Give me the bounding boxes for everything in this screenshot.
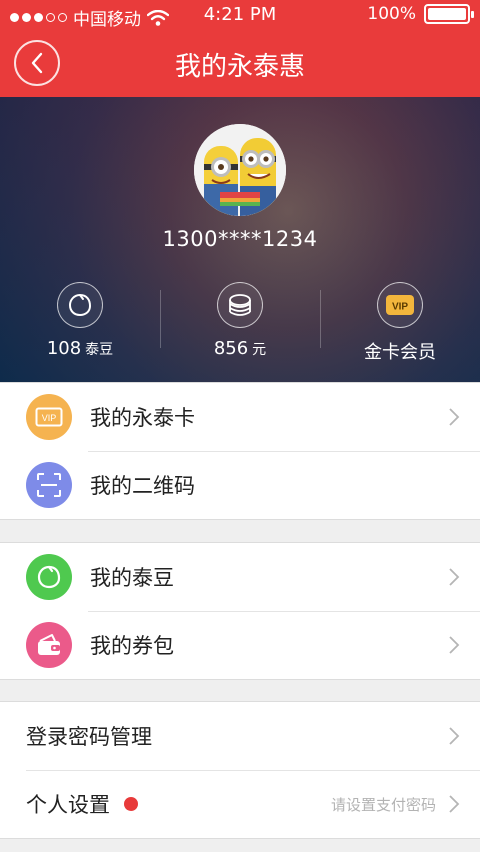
avatar[interactable]	[194, 124, 286, 216]
stat-balance[interactable]: 856 元	[160, 280, 320, 365]
stats-row: 108 泰豆 856 元 VIP 金卡会员	[0, 280, 480, 365]
bean-icon	[57, 282, 103, 328]
battery-icon	[424, 4, 474, 24]
menu-group-2: 我的泰豆 我的券包	[0, 542, 480, 680]
chevron-right-icon	[449, 568, 460, 586]
menu-item-label: 登录密码管理	[26, 725, 152, 749]
menu-item-label: 我的泰豆	[90, 566, 174, 590]
stat-balance-value: 856	[213, 338, 249, 359]
menu-group-1: VIP 我的永泰卡 我的二维码	[0, 382, 480, 520]
vip-card-icon-text: VIP	[42, 413, 57, 423]
stat-membership[interactable]: VIP 金卡会员	[320, 280, 480, 365]
vip-badge-text: VIP	[392, 302, 408, 313]
stat-bean[interactable]: 108 泰豆	[0, 280, 160, 365]
status-right: 100%	[367, 4, 474, 24]
page-title: 我的永泰惠	[174, 52, 305, 82]
coins-icon	[217, 282, 263, 328]
chevron-right-icon	[449, 795, 460, 813]
chevron-right-icon	[449, 408, 460, 426]
chevron-right-icon	[449, 636, 460, 654]
menu-item-label: 我的永泰卡	[90, 406, 195, 430]
stat-bean-unit: 泰豆	[85, 342, 114, 358]
menu-item-label: 我的券包	[90, 634, 174, 658]
bean-icon	[26, 554, 72, 600]
menu-item-vip-card[interactable]: VIP 我的永泰卡	[0, 383, 480, 451]
menu-item-coupons[interactable]: 我的券包	[0, 611, 480, 679]
stat-balance-unit: 元	[252, 342, 267, 358]
profile-banner: 1300****1234 108 泰豆 856 元 VIP 金卡会员	[0, 97, 480, 382]
menu-item-label: 个人设置	[26, 793, 110, 817]
avatar-image	[194, 124, 286, 216]
stat-membership-value: 金卡会员	[364, 342, 436, 363]
wallet-icon	[26, 622, 72, 668]
menu-item-qr-code[interactable]: 我的二维码	[0, 451, 480, 519]
user-phone: 1300****1234	[162, 227, 318, 251]
menu-item-personal-settings[interactable]: 个人设置 请设置支付密码	[0, 770, 480, 838]
header-bar: 中国移动 4:21 PM 100% 我的永泰惠	[0, 0, 480, 97]
qr-code-icon	[26, 462, 72, 508]
status-bar: 中国移动 4:21 PM 100%	[0, 0, 480, 32]
vip-badge-icon: VIP	[377, 282, 423, 328]
menu-item-login-password[interactable]: 登录密码管理	[0, 702, 480, 770]
menu-item-beans[interactable]: 我的泰豆	[0, 543, 480, 611]
nav-row: 我的永泰惠	[0, 32, 480, 97]
stat-bean-value: 108	[46, 338, 82, 359]
vip-card-icon: VIP	[26, 394, 72, 440]
notification-dot	[124, 797, 138, 811]
menu-item-hint: 请设置支付密码	[330, 796, 436, 814]
menu-item-label: 我的二维码	[90, 474, 195, 498]
chevron-right-icon	[449, 727, 460, 745]
menu-group-3: 登录密码管理 个人设置 请设置支付密码	[0, 701, 480, 839]
battery-percent: 100%	[367, 4, 416, 24]
